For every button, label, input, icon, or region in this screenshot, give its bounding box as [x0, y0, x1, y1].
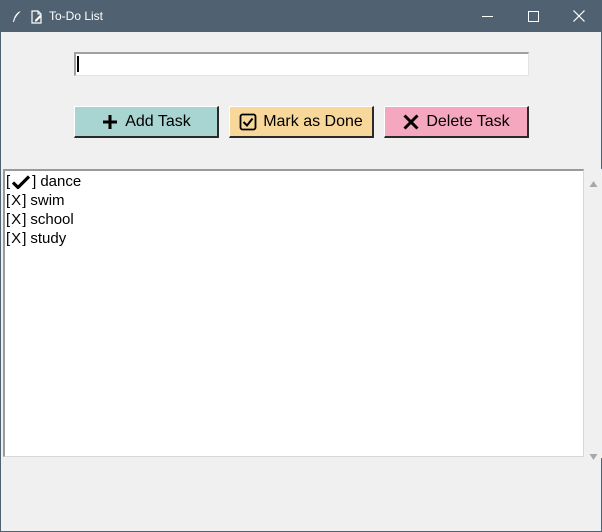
app-window: To-Do List Add Task Mark as Done Delete … [0, 0, 602, 532]
task-listbox[interactable]: [ ] dance [ X ] swim [ X ] school [ X ] … [3, 169, 584, 457]
title-bar[interactable]: To-Do List [1, 1, 601, 32]
list-item[interactable]: [ ] dance [6, 172, 81, 191]
plus-icon [101, 113, 119, 131]
mark-as-done-label: Mark as Done [263, 112, 363, 130]
feather-icon [11, 9, 23, 23]
task-entry-field[interactable] [74, 52, 529, 76]
delete-task-label: Delete Task [426, 112, 510, 130]
checkbox-icon [239, 113, 257, 131]
window-title: To-Do List [49, 9, 104, 23]
add-task-label: Add Task [125, 112, 191, 130]
close-button[interactable] [556, 1, 602, 32]
bracket-close: ] [22, 211, 27, 228]
status-x: X [11, 211, 22, 228]
x-icon [402, 113, 420, 131]
list-item[interactable]: [ X ] swim [6, 191, 65, 210]
vertical-scrollbar[interactable] [585, 169, 602, 460]
checkmark-icon [11, 174, 31, 190]
maximize-button[interactable] [510, 1, 556, 32]
status-x: X [11, 230, 22, 247]
scroll-down-arrow-icon[interactable] [589, 446, 598, 460]
minimize-icon [481, 7, 493, 26]
list-item[interactable]: [ X ] study [6, 229, 66, 248]
bracket-open: [ [6, 230, 11, 247]
document-edit-icon [30, 9, 44, 24]
maximize-icon [527, 7, 539, 26]
close-icon [573, 7, 585, 26]
scroll-up-arrow-icon[interactable] [589, 173, 598, 187]
task-name: study [30, 230, 67, 247]
task-name: dance [40, 173, 82, 190]
list-item[interactable]: [ X ] school [6, 210, 74, 229]
delete-task-button[interactable]: Delete Task [384, 106, 529, 138]
bracket-close: ] [22, 230, 27, 247]
bracket-close: ] [32, 173, 37, 190]
task-name: swim [30, 192, 65, 209]
status-x: X [11, 192, 22, 209]
task-input[interactable] [78, 55, 522, 73]
minimize-button[interactable] [464, 1, 510, 32]
bracket-open: [ [6, 211, 11, 228]
bracket-close: ] [22, 192, 27, 209]
bracket-open: [ [6, 173, 11, 190]
task-name: school [30, 211, 74, 228]
mark-as-done-button[interactable]: Mark as Done [229, 106, 374, 138]
bracket-open: [ [6, 192, 11, 209]
add-task-button[interactable]: Add Task [74, 106, 219, 138]
